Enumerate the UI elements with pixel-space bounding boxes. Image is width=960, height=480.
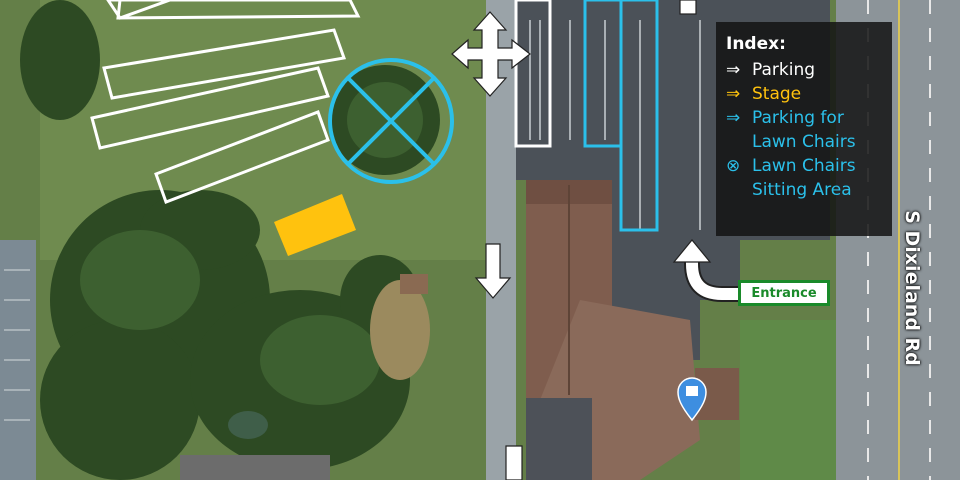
legend-label: Parking xyxy=(752,60,816,80)
legend-label: Stage xyxy=(752,84,802,104)
map-view[interactable]: Index: ⇒ Parking ⇒ Stage ⇒ Parking for L… xyxy=(0,0,960,480)
neighbor-roof xyxy=(180,455,330,480)
shed xyxy=(400,274,428,294)
road-label: S Dixieland Rd xyxy=(901,210,923,366)
legend-item-lawn-chairs-area: ⊗ Lawn Chairs Sitting Area xyxy=(726,154,882,202)
pool xyxy=(228,411,268,439)
entrance-label: Entrance xyxy=(738,280,830,306)
arrow-icon: ⇒ xyxy=(726,84,741,104)
legend-item-lawn-chair-parking: ⇒ Parking for Lawn Chairs xyxy=(726,106,882,154)
arrow-icon xyxy=(679,0,697,15)
arrow-icon: ⇒ xyxy=(726,108,741,128)
legend-item-parking: ⇒ Parking xyxy=(726,58,882,82)
circled-x-icon: ⊗ xyxy=(726,156,741,176)
legend-label: Lawn Chairs Sitting Area xyxy=(752,156,856,200)
legend-item-stage: ⇒ Stage xyxy=(726,82,882,106)
map-legend: Index: ⇒ Parking ⇒ Stage ⇒ Parking for L… xyxy=(716,22,892,236)
legend-label: Parking for Lawn Chairs xyxy=(752,108,856,152)
arrow-icon: ⇒ xyxy=(726,60,741,80)
legend-title: Index: xyxy=(726,34,786,54)
dirt-patch xyxy=(370,280,430,380)
median-lawn xyxy=(740,320,836,480)
arrow-icon xyxy=(505,445,523,480)
